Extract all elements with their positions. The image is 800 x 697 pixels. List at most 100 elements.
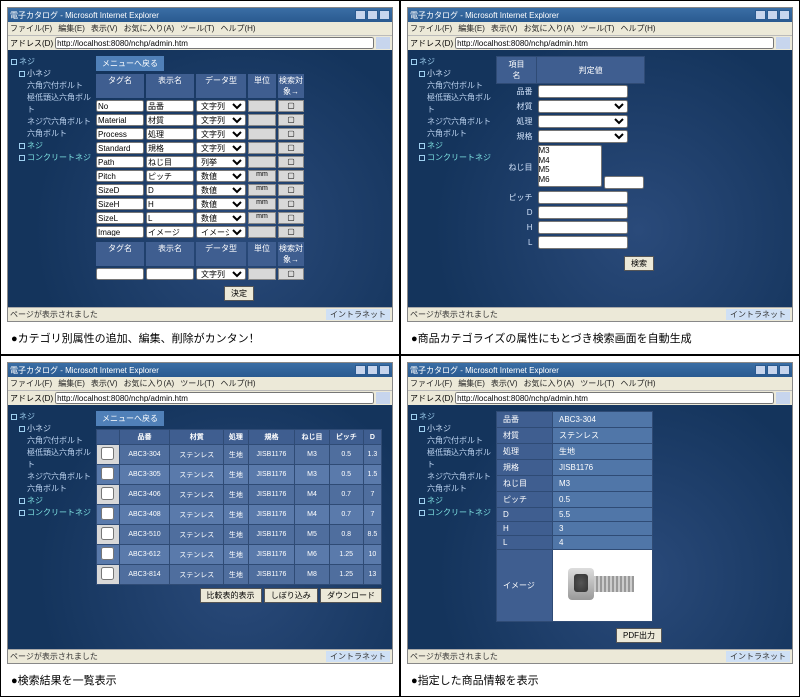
type-select[interactable]: 文字列 bbox=[196, 100, 246, 112]
type-select[interactable]: 文字列 bbox=[196, 114, 246, 126]
search-select[interactable] bbox=[538, 115, 628, 128]
row-action-button[interactable]: ▢ bbox=[278, 100, 304, 112]
address-input[interactable] bbox=[455, 37, 774, 49]
type-select[interactable]: 数値 bbox=[196, 184, 246, 196]
maximize-button[interactable] bbox=[367, 10, 378, 20]
result-row[interactable]: ABC3-612ステンレス生地JISB1176M61.2510 bbox=[97, 545, 382, 565]
row-checkbox[interactable] bbox=[97, 485, 120, 505]
tree-toggle-icon[interactable] bbox=[11, 414, 17, 420]
tree-toggle-icon[interactable] bbox=[411, 59, 417, 65]
new-add-button[interactable]: ▢ bbox=[278, 268, 304, 280]
tree-toggle-icon[interactable] bbox=[419, 426, 425, 432]
tree-item[interactable]: 六角穴付ボルト bbox=[11, 80, 91, 92]
row-checkbox[interactable] bbox=[97, 505, 120, 525]
disp-input[interactable] bbox=[146, 128, 194, 140]
row-action-button[interactable]: ▢ bbox=[278, 212, 304, 224]
search-text-input[interactable] bbox=[538, 85, 628, 98]
row-checkbox[interactable] bbox=[97, 445, 120, 465]
tree-toggle-icon[interactable] bbox=[11, 59, 17, 65]
tag-input[interactable] bbox=[96, 212, 144, 224]
row-action-button[interactable]: ▢ bbox=[278, 128, 304, 140]
row-action-button[interactable]: ▢ bbox=[278, 170, 304, 182]
menu-help[interactable]: ヘルプ(H) bbox=[220, 23, 255, 34]
tree-root[interactable]: ネジ bbox=[19, 57, 35, 66]
download-button[interactable]: ダウンロード bbox=[320, 588, 382, 603]
search-text-input[interactable] bbox=[538, 221, 628, 234]
tree-toggle-icon[interactable] bbox=[411, 414, 417, 420]
back-to-menu-button[interactable]: メニューへ戻る bbox=[96, 411, 164, 426]
compare-button[interactable]: 比較表的表示 bbox=[200, 588, 262, 603]
disp-input[interactable] bbox=[146, 198, 194, 210]
search-list[interactable]: M3M4M5M6 bbox=[538, 145, 602, 187]
maximize-button[interactable] bbox=[767, 365, 778, 375]
type-select[interactable]: 数値 bbox=[196, 212, 246, 224]
tree-item[interactable]: コンクリートネジ bbox=[27, 153, 91, 162]
type-select[interactable]: 数値 bbox=[196, 198, 246, 210]
search-select[interactable] bbox=[538, 130, 628, 143]
row-checkbox[interactable] bbox=[97, 545, 120, 565]
tag-input[interactable] bbox=[96, 226, 144, 238]
result-row[interactable]: ABC3-406ステンレス生地JISB1176M40.77 bbox=[97, 485, 382, 505]
search-text-input[interactable] bbox=[538, 206, 628, 219]
tree-toggle-icon[interactable] bbox=[19, 426, 25, 432]
row-action-button[interactable]: ▢ bbox=[278, 226, 304, 238]
go-button[interactable] bbox=[376, 392, 390, 404]
back-to-menu-button[interactable]: メニューへ戻る bbox=[96, 56, 164, 71]
tree-item[interactable]: ネジ穴六角ボルト bbox=[11, 116, 91, 128]
type-select[interactable]: イメージ bbox=[196, 226, 246, 238]
row-action-button[interactable]: ▢ bbox=[278, 156, 304, 168]
tag-input[interactable] bbox=[96, 156, 144, 168]
disp-input[interactable] bbox=[146, 170, 194, 182]
tree-toggle-icon[interactable] bbox=[19, 510, 25, 516]
minimize-button[interactable] bbox=[355, 10, 366, 20]
disp-input[interactable] bbox=[146, 100, 194, 112]
tree-toggle-icon[interactable] bbox=[19, 71, 25, 77]
disp-input[interactable] bbox=[146, 142, 194, 154]
tree-item[interactable]: 六角ボルト bbox=[11, 128, 91, 140]
address-input[interactable] bbox=[55, 392, 374, 404]
go-button[interactable] bbox=[376, 37, 390, 49]
search-text-input[interactable] bbox=[538, 236, 628, 249]
tree-toggle-icon[interactable] bbox=[19, 498, 25, 504]
result-row[interactable]: ABC3-510ステンレス生地JISB1176M50.88.5 bbox=[97, 525, 382, 545]
tag-input[interactable] bbox=[96, 114, 144, 126]
disp-input[interactable] bbox=[146, 212, 194, 224]
tag-input[interactable] bbox=[96, 170, 144, 182]
submit-button[interactable]: 決定 bbox=[224, 286, 254, 301]
new-type-select[interactable]: 文字列 bbox=[196, 268, 246, 280]
tag-input[interactable] bbox=[96, 198, 144, 210]
address-input[interactable] bbox=[455, 392, 774, 404]
type-select[interactable]: 列挙 bbox=[196, 156, 246, 168]
row-checkbox[interactable] bbox=[97, 525, 120, 545]
close-button[interactable] bbox=[379, 365, 390, 375]
type-select[interactable]: 文字列 bbox=[196, 128, 246, 140]
menu-edit[interactable]: 編集(E) bbox=[58, 23, 85, 34]
tag-input[interactable] bbox=[96, 100, 144, 112]
go-button[interactable] bbox=[776, 37, 790, 49]
type-select[interactable]: 数値 bbox=[196, 170, 246, 182]
minimize-button[interactable] bbox=[755, 365, 766, 375]
result-row[interactable]: ABC3-408ステンレス生地JISB1176M40.77 bbox=[97, 505, 382, 525]
menu-view[interactable]: 表示(V) bbox=[91, 23, 118, 34]
row-action-button[interactable]: ▢ bbox=[278, 184, 304, 196]
tag-input[interactable] bbox=[96, 184, 144, 196]
menu-file[interactable]: ファイル(F) bbox=[10, 23, 52, 34]
row-checkbox[interactable] bbox=[97, 565, 120, 585]
result-row[interactable]: ABC3-814ステンレス生地JISB1176M81.2513 bbox=[97, 565, 382, 585]
filter-button[interactable]: しぼり込み bbox=[264, 588, 318, 603]
search-button[interactable]: 検索 bbox=[624, 256, 654, 271]
tree-toggle-icon[interactable] bbox=[419, 71, 425, 77]
new-disp-input[interactable] bbox=[146, 268, 194, 280]
menu-fav[interactable]: お気に入り(A) bbox=[124, 23, 175, 34]
search-select[interactable] bbox=[538, 100, 628, 113]
tree-toggle-icon[interactable] bbox=[19, 143, 25, 149]
search-text-input[interactable] bbox=[538, 191, 628, 204]
minimize-button[interactable] bbox=[355, 365, 366, 375]
tree-item[interactable]: ネジ bbox=[27, 141, 43, 150]
tree-item[interactable]: 極低頭込六角ボルト bbox=[11, 92, 91, 116]
maximize-button[interactable] bbox=[367, 365, 378, 375]
new-tag-input[interactable] bbox=[96, 268, 144, 280]
result-row[interactable]: ABC3-304ステンレス生地JISB1176M30.51.3 bbox=[97, 445, 382, 465]
disp-input[interactable] bbox=[146, 184, 194, 196]
result-row[interactable]: ABC3-305ステンレス生地JISB1176M30.51.5 bbox=[97, 465, 382, 485]
